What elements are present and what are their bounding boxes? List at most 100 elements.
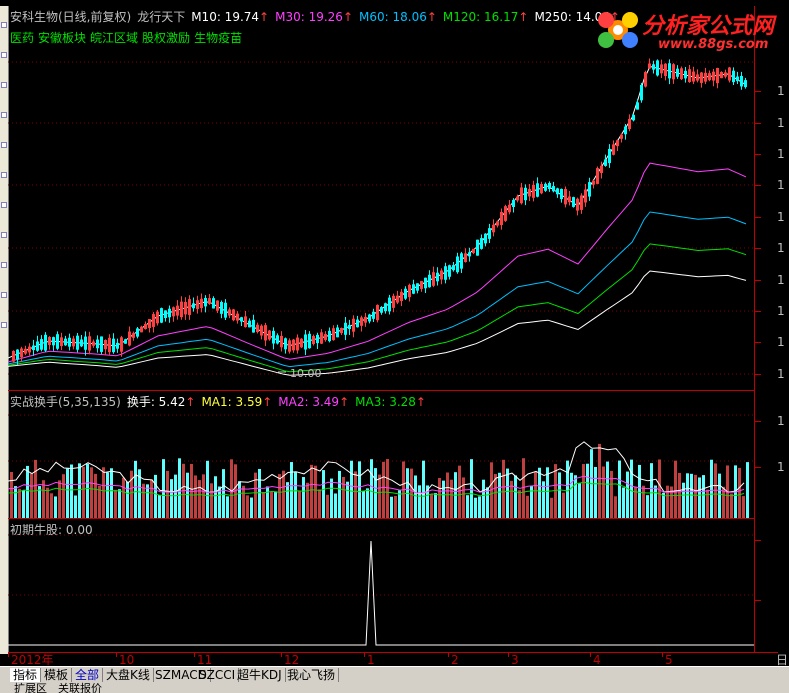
candle-body bbox=[356, 319, 359, 328]
turnover-bar bbox=[462, 477, 465, 518]
candle-body bbox=[316, 334, 319, 344]
toolbar-button[interactable] bbox=[1, 262, 7, 268]
toolbar-button[interactable] bbox=[1, 142, 7, 148]
turnover-bar bbox=[654, 485, 657, 518]
turnover-bar bbox=[534, 471, 537, 518]
turnover-chart[interactable] bbox=[8, 410, 754, 518]
toolbar-button[interactable] bbox=[1, 232, 7, 238]
axis-label: 1 bbox=[777, 460, 785, 474]
candle-body bbox=[236, 313, 239, 321]
signal-chart[interactable] bbox=[8, 519, 754, 651]
up-arrow-icon: ↑ bbox=[185, 395, 196, 409]
turnover-title[interactable]: 实战换手(5,35,135) bbox=[10, 395, 121, 409]
status-related-quote[interactable]: 关联报价 bbox=[58, 682, 102, 693]
turnover-bar bbox=[102, 467, 105, 518]
tab-template[interactable]: 模板 bbox=[41, 668, 73, 682]
axis-tick bbox=[755, 217, 761, 218]
candle-body bbox=[520, 187, 523, 204]
tab-woxin-feiyang[interactable]: 我心飞扬 bbox=[284, 668, 340, 682]
price-chart[interactable]: 10.00 bbox=[8, 6, 754, 390]
toolbar-button[interactable] bbox=[1, 292, 7, 298]
candle-body bbox=[108, 337, 111, 353]
turnover-bar bbox=[10, 472, 13, 518]
toolbar-button[interactable] bbox=[1, 112, 7, 118]
candle-body bbox=[604, 159, 607, 166]
turnover-bar bbox=[366, 488, 369, 518]
turnover-bar bbox=[318, 489, 321, 518]
toolbar-button[interactable] bbox=[1, 322, 7, 328]
toolbar-button[interactable] bbox=[1, 202, 7, 208]
toolbar-button[interactable] bbox=[1, 82, 7, 88]
turnover-bar bbox=[46, 487, 49, 518]
toolbar-button[interactable] bbox=[1, 52, 7, 58]
turnover-bar bbox=[54, 496, 57, 518]
toolbar-button[interactable] bbox=[1, 172, 7, 178]
turnover-bar bbox=[58, 480, 61, 518]
candle-body bbox=[104, 339, 107, 350]
turnover-bar bbox=[270, 491, 273, 518]
candle-body bbox=[284, 338, 287, 350]
candle-body bbox=[304, 334, 307, 350]
turnover-bar bbox=[458, 465, 461, 518]
turnover-bar bbox=[14, 486, 17, 518]
toolbar-button[interactable] bbox=[1, 22, 7, 28]
turnover-bar bbox=[166, 470, 169, 518]
turnover-bar bbox=[630, 459, 633, 518]
candle-body bbox=[472, 248, 475, 254]
candle-body bbox=[152, 314, 155, 327]
tab-indicator[interactable]: 指标 bbox=[10, 668, 42, 682]
candle-body bbox=[228, 309, 231, 316]
candle-body bbox=[12, 350, 15, 362]
turnover-bar bbox=[122, 477, 125, 518]
candle-body bbox=[148, 319, 151, 328]
turnover-bar bbox=[442, 480, 445, 518]
candle-body bbox=[292, 339, 295, 351]
turnover-value: 换手: 5.42 bbox=[126, 395, 186, 409]
turnover-bar bbox=[386, 459, 389, 518]
turnover-bar bbox=[438, 477, 441, 518]
candle-body bbox=[240, 317, 243, 322]
turnover-bar bbox=[710, 459, 713, 518]
turnover-bar bbox=[330, 478, 333, 518]
axis-tick bbox=[755, 248, 761, 249]
turnover-bar bbox=[718, 473, 721, 518]
turnover-bar bbox=[242, 485, 245, 518]
axis-tick bbox=[590, 653, 591, 657]
candle-body bbox=[660, 64, 663, 74]
candle-body bbox=[596, 168, 599, 184]
tab-all[interactable]: 全部 bbox=[72, 668, 104, 682]
candle-body bbox=[500, 211, 503, 226]
turnover-bar bbox=[666, 485, 669, 518]
candle-body bbox=[332, 328, 335, 341]
turnover-bar bbox=[562, 492, 565, 518]
candle-body bbox=[156, 311, 159, 324]
status-extension[interactable]: 扩展区 bbox=[14, 682, 47, 693]
tab-szcci[interactable]: SZCCI bbox=[196, 668, 240, 682]
turnover-bar bbox=[626, 471, 629, 518]
turnover-bar bbox=[342, 477, 345, 518]
axis-tick bbox=[755, 600, 761, 601]
candle-body bbox=[268, 330, 271, 340]
candle-body bbox=[496, 221, 499, 226]
tab-index-kline[interactable]: 大盘K线 bbox=[103, 668, 154, 682]
turnover-bar bbox=[514, 475, 517, 518]
axis-label: 1 bbox=[367, 653, 375, 667]
candle-body bbox=[112, 338, 115, 353]
tab-super-kdj[interactable]: 超牛KDJ bbox=[234, 668, 286, 682]
candle-body bbox=[244, 316, 247, 328]
turnover-bar bbox=[686, 473, 689, 518]
axis-label: 1 bbox=[777, 241, 785, 255]
candle-body bbox=[720, 72, 723, 79]
candle-body bbox=[708, 73, 711, 81]
turnover-bar bbox=[18, 488, 21, 518]
candle-body bbox=[212, 298, 215, 309]
candle-body bbox=[368, 314, 371, 322]
axis-tick bbox=[194, 653, 195, 657]
candle-body bbox=[404, 288, 407, 299]
candle-body bbox=[340, 328, 343, 334]
period-label[interactable]: 日 bbox=[776, 653, 788, 667]
turnover-bar bbox=[298, 491, 301, 518]
turnover-bar bbox=[474, 497, 477, 518]
turnover-bar bbox=[26, 465, 29, 518]
turnover-bar bbox=[538, 467, 541, 518]
